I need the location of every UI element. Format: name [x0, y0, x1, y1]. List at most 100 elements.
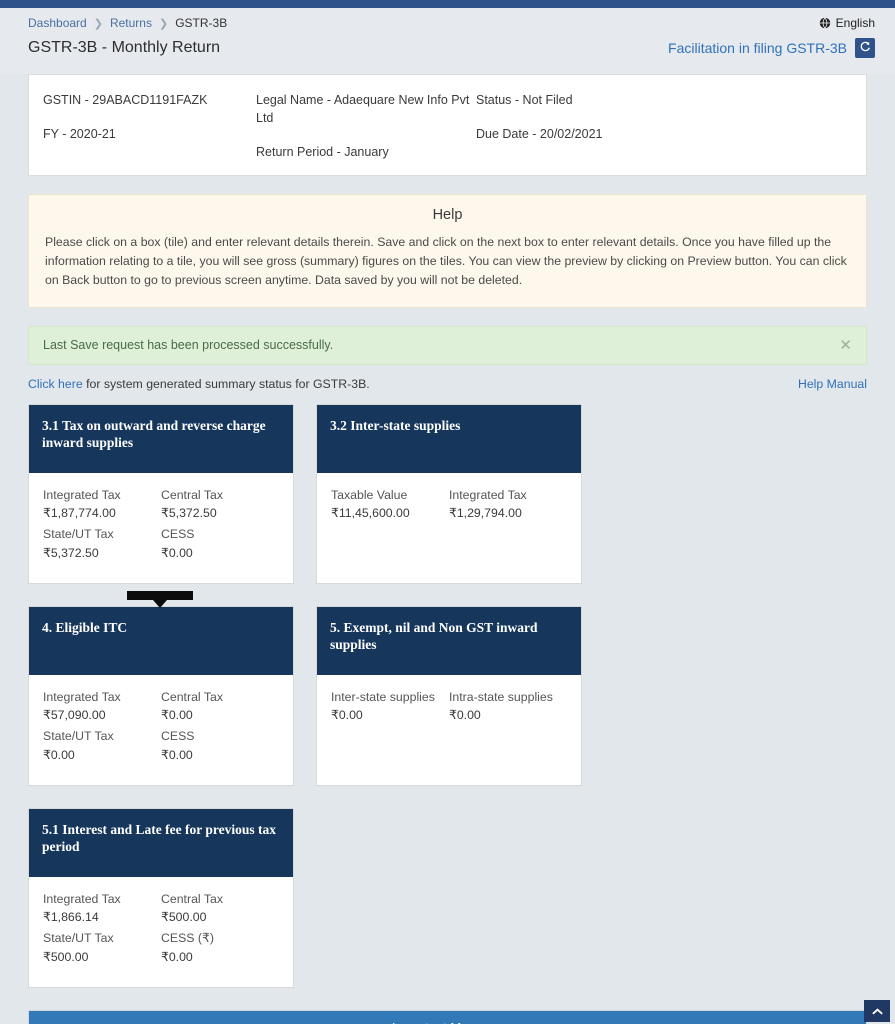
page-title: GSTR-3B - Monthly Return: [28, 39, 221, 56]
breadcrumb-row: Dashboard ❯ Returns ❯ GSTR-3B English: [0, 8, 895, 34]
summary-status-text: Click here for system generated summary …: [28, 377, 370, 391]
tile-body: Integrated Tax ₹1,866.14 State/UT Tax ₹5…: [29, 877, 293, 987]
return-period-value: Return Period - January: [256, 145, 389, 160]
click-here-link[interactable]: Click here: [28, 377, 83, 391]
breadcrumb: Dashboard ❯ Returns ❯ GSTR-3B: [28, 16, 227, 30]
tile-field-value: ₹1,29,794.00: [449, 505, 522, 520]
tile-field-label: Central Tax: [161, 689, 223, 704]
success-alert-message: Last Save request has been processed suc…: [43, 338, 334, 353]
breadcrumb-separator-icon: ❯: [93, 17, 103, 30]
status-value: Status - Not Filed: [476, 93, 573, 107]
tile-body: Taxable Value ₹11,45,600.00 Integrated T…: [317, 473, 581, 583]
tile-3-1[interactable]: 3.1 Tax on outward and reverse charge in…: [28, 403, 294, 584]
tile-field-value: ₹0.00: [43, 747, 75, 762]
info-column-1: GSTIN - 29ABACD1191FAZK FY - 2020-21: [43, 91, 256, 161]
tile-field-value: ₹5,372.50: [43, 545, 99, 560]
breadcrumb-current: GSTR-3B: [175, 16, 228, 30]
tile-3-2[interactable]: 3.2 Inter-state supplies Taxable Value ₹…: [316, 403, 582, 584]
tile-field-value: ₹1,866.14: [43, 909, 99, 924]
close-icon[interactable]: ✕: [839, 338, 852, 353]
facilitation-link[interactable]: Facilitation in filing GSTR-3B: [668, 40, 847, 56]
tile-body: Integrated Tax ₹57,090.00 State/UT Tax ₹…: [29, 675, 293, 785]
tile-column-right: Intra-state supplies ₹0.00: [449, 688, 567, 728]
tile-field-label: Integrated Tax: [449, 487, 527, 502]
refresh-icon: [859, 41, 871, 56]
success-alert: Last Save request has been processed suc…: [28, 325, 867, 365]
tile-column-right: Integrated Tax ₹1,29,794.00: [449, 486, 567, 526]
facilitation-group: Facilitation in filing GSTR-3B: [668, 38, 875, 58]
tile-field-value: ₹5,372.50: [161, 505, 217, 520]
tooltip-popover: [127, 590, 193, 608]
tile-column-left: Integrated Tax ₹1,87,774.00 State/UT Tax…: [43, 486, 161, 566]
info-column-3: Status - Not Filed Due Date - 20/02/2021: [476, 91, 689, 161]
tile-field-label: CESS: [161, 729, 195, 744]
top-navy-strip: [0, 0, 895, 8]
tile-5[interactable]: 5. Exempt, nil and Non GST inward suppli…: [316, 605, 582, 786]
tile-column-left: Integrated Tax ₹1,866.14 State/UT Tax ₹5…: [43, 890, 161, 970]
tile-title: 3.1 Tax on outward and reverse charge in…: [29, 404, 293, 473]
tile-body: Integrated Tax ₹1,87,774.00 State/UT Tax…: [29, 473, 293, 583]
page-header: Dashboard ❯ Returns ❯ GSTR-3B English GS…: [0, 8, 895, 74]
tile-4[interactable]: 4. Eligible ITC Integrated Tax ₹57,090.0…: [28, 590, 294, 786]
tile-field-label: State/UT Tax: [43, 527, 114, 542]
tile-column-left: Inter-state supplies ₹0.00: [331, 688, 449, 728]
tile-field-label: CESS: [161, 527, 195, 542]
tiles-grid: 3.1 Tax on outward and reverse charge in…: [28, 403, 867, 988]
legal-name-value: Legal Name - Adaequare New Info Pvt Ltd: [256, 93, 470, 126]
tile-field-label: Taxable Value: [331, 487, 408, 502]
gstin-value: GSTIN - 29ABACD1191FAZK: [43, 93, 208, 107]
help-title: Help: [432, 207, 463, 224]
taxpayer-info-card: GSTIN - 29ABACD1191FAZK FY - 2020-21 Leg…: [28, 74, 867, 177]
links-row: Click here for system generated summary …: [28, 377, 867, 391]
breadcrumb-dashboard[interactable]: Dashboard: [28, 16, 87, 30]
tile-title: 4. Eligible ITC: [29, 606, 293, 675]
summary-status-suffix: for system generated summary status for …: [82, 376, 370, 391]
tile-column-right: Central Tax ₹5,372.50 CESS ₹0.00: [161, 486, 279, 566]
tile-field-value: ₹500.00: [43, 949, 89, 964]
language-label: English: [835, 16, 875, 30]
important-message-panel: Important Message Once you have filled t…: [28, 1009, 867, 1024]
due-date-value: Due Date - 20/02/2021: [476, 127, 603, 142]
tile-field-value: ₹0.00: [449, 707, 481, 722]
breadcrumb-returns[interactable]: Returns: [110, 16, 152, 30]
tile-title: 5.1 Interest and Late fee for previous t…: [29, 808, 293, 877]
tile-field-label: Integrated Tax: [43, 891, 121, 906]
tile-title: 5. Exempt, nil and Non GST inward suppli…: [317, 606, 581, 675]
title-row: GSTR-3B - Monthly Return Facilitation in…: [0, 34, 895, 68]
tile-field-value: ₹500.00: [161, 909, 207, 924]
tile-field-value: ₹1,87,774.00: [43, 505, 116, 520]
tile-body: Inter-state supplies ₹0.00 Intra-state s…: [317, 675, 581, 785]
chevron-up-icon: [871, 1004, 884, 1019]
help-manual-link[interactable]: Help Manual: [798, 377, 867, 391]
info-column-2: Legal Name - Adaequare New Info Pvt Ltd …: [256, 91, 476, 161]
tile-field-value: ₹0.00: [331, 707, 363, 722]
tile-field-label: Central Tax: [161, 891, 223, 906]
tile-field-value: ₹57,090.00: [43, 707, 106, 722]
refresh-button[interactable]: [855, 38, 875, 58]
tile-column-left: Taxable Value ₹11,45,600.00: [331, 486, 449, 526]
tile-field-label: Central Tax: [161, 487, 223, 502]
tile-field-label: Intra-state supplies: [449, 689, 553, 704]
breadcrumb-separator-icon: ❯: [158, 17, 169, 30]
help-text: Please click on a box (tile) and enter r…: [45, 235, 847, 288]
tile-title: 3.2 Inter-state supplies: [317, 404, 581, 473]
tile-field-value: ₹0.00: [161, 545, 193, 560]
tile-field-value: ₹11,45,600.00: [331, 505, 410, 520]
language-selector[interactable]: English: [819, 16, 875, 30]
tile-field-value: ₹0.00: [161, 747, 193, 762]
fy-value: FY - 2020-21: [43, 127, 116, 142]
tile-field-value: ₹0.00: [161, 949, 193, 964]
tile-column-right: Central Tax ₹500.00 CESS (₹) ₹0.00: [161, 890, 279, 970]
page-content: GSTIN - 29ABACD1191FAZK FY - 2020-21 Leg…: [0, 74, 895, 1024]
tile-field-label: CESS (₹): [161, 931, 214, 946]
help-box: Help Please click on a box (tile) and en…: [28, 194, 867, 308]
tile-field-value: ₹0.00: [161, 707, 193, 722]
tile-field-label: State/UT Tax: [43, 931, 114, 946]
gstr3b-page: Dashboard ❯ Returns ❯ GSTR-3B English GS…: [0, 0, 895, 1024]
globe-icon: [819, 17, 831, 29]
tile-field-label: Inter-state supplies: [331, 689, 435, 704]
tile-column-right: Central Tax ₹0.00 CESS ₹0.00: [161, 688, 279, 768]
tile-field-label: Integrated Tax: [43, 487, 121, 502]
tile-5-1[interactable]: 5.1 Interest and Late fee for previous t…: [28, 807, 294, 988]
scroll-to-top-button[interactable]: [864, 1000, 890, 1022]
